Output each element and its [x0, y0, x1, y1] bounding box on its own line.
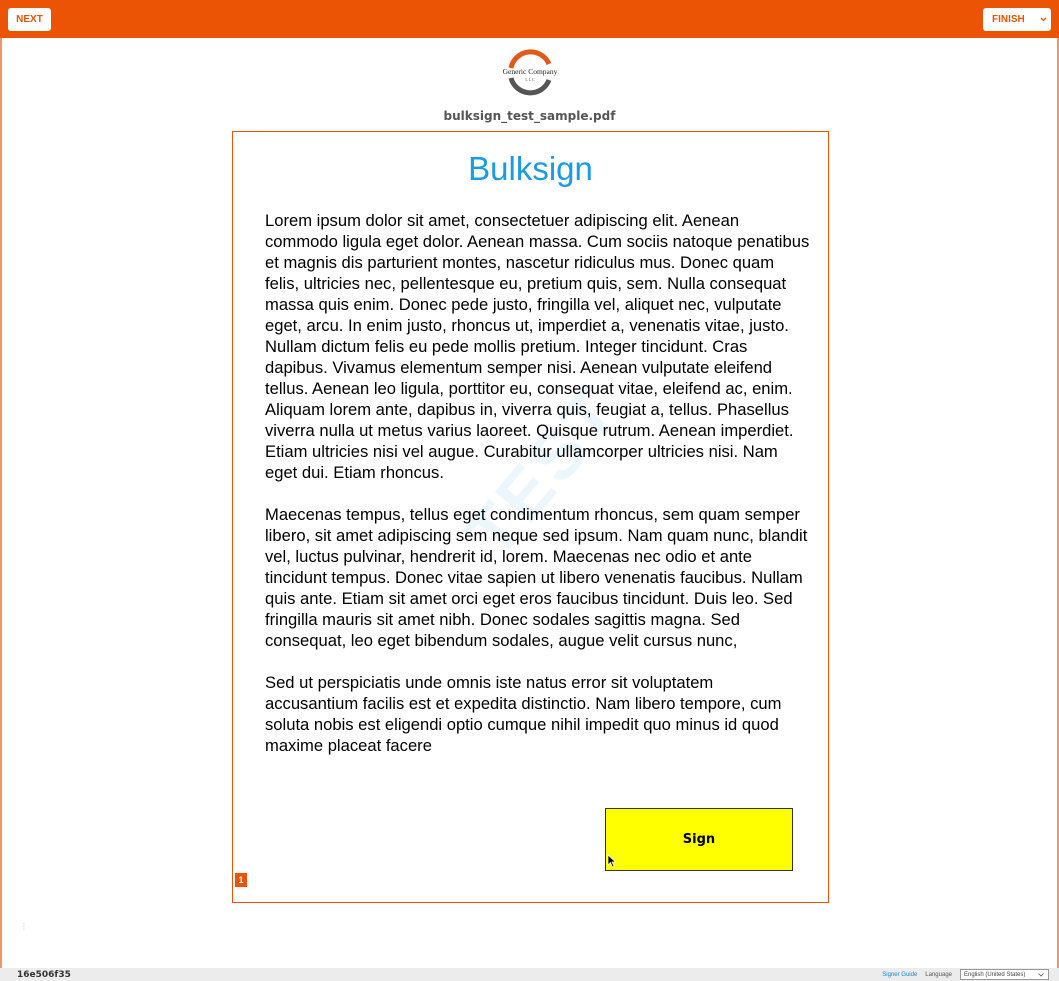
- paragraph: Sed ut perspiciatis unde omnis iste natu…: [265, 673, 782, 755]
- chevron-down-icon: [1040, 17, 1046, 22]
- frame-border-left: [0, 38, 2, 969]
- signer-guide-link[interactable]: Signer Guide: [882, 972, 917, 978]
- language-select[interactable]: English (United States): [960, 969, 1049, 980]
- language-value: English (United States): [964, 971, 1026, 978]
- page-number-badge[interactable]: 1: [235, 873, 247, 887]
- mouse-cursor-icon: [607, 854, 617, 868]
- next-button[interactable]: NEXT: [8, 8, 51, 31]
- finish-button-group: FINISH: [983, 8, 1051, 31]
- resize-handle-icon: ⋮: [20, 922, 28, 931]
- company-logo: Generic Company L L C: [503, 49, 558, 96]
- document-filename: bulksign_test_sample.pdf: [443, 109, 616, 123]
- document-body: Lorem ipsum dolor sit amet, consectetuer…: [265, 210, 810, 777]
- language-label: Language: [925, 971, 952, 978]
- document-page: Bulksign TEST Lorem ipsum dolor sit amet…: [232, 131, 829, 903]
- footer-right-group: Signer Guide Language English (United St…: [882, 969, 1049, 980]
- logo-subtext: L L C: [525, 77, 535, 82]
- logo-text: Generic Company: [503, 67, 558, 76]
- paragraph: Maecenas tempus, tellus eget condimentum…: [265, 505, 808, 650]
- chevron-down-icon: [1038, 973, 1044, 977]
- transaction-id: 16e506f35: [17, 969, 71, 980]
- paragraph: Lorem ipsum dolor sit amet, consectetuer…: [265, 211, 810, 482]
- sign-field[interactable]: Sign: [605, 808, 793, 871]
- footer-bar: 16e506f35 Signer Guide Language English …: [0, 968, 1059, 981]
- top-toolbar: NEXT FINISH: [0, 0, 1059, 38]
- finish-button[interactable]: FINISH: [983, 8, 1035, 31]
- finish-dropdown-toggle[interactable]: [1035, 8, 1051, 31]
- document-title: Bulksign: [468, 150, 593, 187]
